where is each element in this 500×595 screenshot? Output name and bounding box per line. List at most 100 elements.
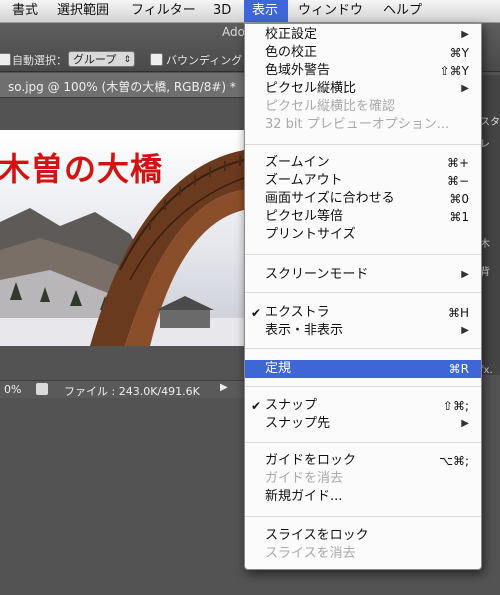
right-panel: スタ レ 木 背 fx. <box>480 75 500 376</box>
menu-item-screen-mode[interactable]: スクリーンモード ▶ <box>245 266 481 284</box>
menu-item-proof-setup[interactable]: 校正設定 ▶ <box>245 26 481 44</box>
menu-item-label: 表示・非表示 <box>265 323 344 338</box>
document-info-icon[interactable] <box>36 383 48 395</box>
menu-item-shortcut: ⌘− <box>446 174 469 188</box>
submenu-arrow-icon: ▶ <box>461 83 469 94</box>
menu-item-shortcut: ⌘1 <box>449 210 469 224</box>
menu-item-snap[interactable]: ✔ スナップ ⇧⌘; <box>245 397 481 415</box>
submenu-arrow-icon: ▶ <box>461 418 469 429</box>
menu-item-pixel-aspect-ratio[interactable]: ピクセル縦横比 ▶ <box>245 80 481 98</box>
menu-item-actual-pixels[interactable]: ピクセル等倍 ⌘1 <box>245 208 481 226</box>
menu-item-label: 画面サイズに合わせる <box>265 191 395 206</box>
document-tab-title: so.jpg @ 100% (木曽の大橋, RGB/8#) * <box>8 80 236 94</box>
menu-separator <box>245 144 481 145</box>
photo-title-text: 木曽の大橋 <box>0 150 164 188</box>
menu-3d[interactable]: 3D <box>213 0 235 22</box>
bounding-box-label: バウンディング <box>166 54 243 67</box>
menu-item-show[interactable]: 表示・非表示 ▶ <box>245 322 481 340</box>
menu-item-gamut-warning[interactable]: 色域外警告 ⇧⌘Y <box>245 62 481 80</box>
group-select-value: グループ <box>73 53 117 66</box>
menu-item-rulers[interactable]: 定規 ⌘R <box>245 360 481 378</box>
menu-bar: 書式 選択範囲 フィルター 3D 表示 ウィンドウ ヘルプ <box>0 0 500 23</box>
menu-window[interactable]: ウィンドウ <box>298 0 368 22</box>
menu-item-label: ガイドを消去 <box>265 471 344 486</box>
menu-item-shortcut: ⌘0 <box>449 192 469 206</box>
menu-item-label: エクストラ <box>265 305 330 320</box>
menu-separator <box>245 254 481 255</box>
menu-item-lock-guides[interactable]: ガイドをロック ⌥⌘; <box>245 452 481 470</box>
auto-select-checkbox[interactable] <box>0 53 11 66</box>
menu-item-pixel-aspect-correction: ピクセル縦横比を確認 <box>245 98 481 116</box>
menu-separator <box>245 386 481 387</box>
status-menu-arrow-icon[interactable]: ▶ <box>220 382 228 393</box>
menu-item-label: スナップ先 <box>265 416 331 431</box>
menu-separator <box>245 442 481 443</box>
menu-item-label: 32 bit プレビューオプション... <box>265 117 450 132</box>
menu-item-shortcut: ⌥⌘; <box>439 454 469 468</box>
menu-item-label: プリントサイズ <box>265 227 356 242</box>
menu-separator <box>245 516 481 517</box>
status-bar: 0% ファイル : 243.0K/491.6K ▶ <box>0 380 244 398</box>
select-arrows-icon: ⇕ <box>123 55 131 65</box>
menu-item-label: ズームイン <box>265 155 330 170</box>
fx-button[interactable]: fx. <box>480 365 500 376</box>
menu-separator <box>245 348 481 349</box>
file-info: ファイル : 243.0K/491.6K <box>64 385 200 398</box>
menu-item-shortcut: ⇧⌘; <box>442 399 469 413</box>
panel-tab-layers[interactable]: レ <box>480 135 500 150</box>
layer-item-wood[interactable]: 木 <box>480 235 500 250</box>
document-canvas[interactable]: 木曽の大橋 <box>0 130 244 346</box>
menu-item-label: スクリーンモード <box>265 267 369 282</box>
menu-item-label: ピクセル縦横比 <box>265 81 357 96</box>
submenu-arrow-icon: ▶ <box>461 325 469 336</box>
menu-item-clear-slices: スライスを消去 <box>245 545 481 563</box>
group-select[interactable]: グループ ⇕ <box>68 51 135 67</box>
menu-item-shortcut: ⇧⌘Y <box>439 64 469 78</box>
menu-select[interactable]: 選択範囲 <box>57 0 117 22</box>
menu-item-label: 色の校正 <box>265 45 318 60</box>
menu-item-shortcut: ⌘H <box>447 306 469 320</box>
menu-view[interactable]: 表示 <box>244 0 288 22</box>
auto-select-label: 自動選択： <box>12 54 67 67</box>
menu-item-zoom-out[interactable]: ズームアウト ⌘− <box>245 172 481 190</box>
panel-tab-style[interactable]: スタ <box>480 113 500 128</box>
menu-item-label: 校正設定 <box>265 27 318 42</box>
layer-item-background[interactable]: 背 <box>480 263 500 278</box>
view-menu-dropdown: 校正設定 ▶ 色の校正 ⌘Y 色域外警告 ⇧⌘Y ピクセル縦横比 ▶ ピクセル縦… <box>244 23 482 570</box>
menu-item-new-guide[interactable]: 新規ガイド... <box>245 488 481 506</box>
menu-format[interactable]: 書式 <box>12 0 42 22</box>
menu-item-label: 新規ガイド... <box>265 489 343 504</box>
menu-item-label: スライスを消去 <box>265 546 356 561</box>
zoom-level[interactable]: 0% <box>4 383 21 396</box>
menu-item-zoom-in[interactable]: ズームイン ⌘+ <box>245 154 481 172</box>
menu-item-clear-guides: ガイドを消去 <box>245 470 481 488</box>
menu-item-shortcut: ⌘R <box>448 362 469 376</box>
menu-item-shortcut: ⌘+ <box>446 156 469 170</box>
menu-item-label: 色域外警告 <box>265 63 331 78</box>
menu-item-label: スライスをロック <box>265 528 369 543</box>
menu-item-lock-slices[interactable]: スライスをロック <box>245 527 481 545</box>
menu-item-fit-on-screen[interactable]: 画面サイズに合わせる ⌘0 <box>245 190 481 208</box>
menu-help[interactable]: ヘルプ <box>383 0 428 22</box>
menu-item-label: ピクセル等倍 <box>265 209 344 224</box>
menu-item-label: ガイドをロック <box>265 453 357 468</box>
app-title: Ado <box>222 25 245 39</box>
checkmark-icon: ✔ <box>251 306 262 320</box>
menu-item-label: ズームアウト <box>265 173 343 188</box>
menu-item-print-size[interactable]: プリントサイズ <box>245 226 481 244</box>
menu-filter[interactable]: フィルター <box>131 0 197 22</box>
menu-item-extras[interactable]: ✔ エクストラ ⌘H <box>245 304 481 322</box>
menu-item-label: ピクセル縦横比を確認 <box>265 99 396 114</box>
submenu-arrow-icon: ▶ <box>461 29 469 40</box>
menu-separator <box>245 292 481 293</box>
submenu-arrow-icon: ▶ <box>461 269 469 280</box>
menu-item-label: スナップ <box>265 398 318 413</box>
bounding-box-checkbox[interactable] <box>150 53 163 66</box>
document-tab[interactable]: so.jpg @ 100% (木曽の大橋, RGB/8#) * <box>0 73 244 98</box>
menu-item-proof-colors[interactable]: 色の校正 ⌘Y <box>245 44 481 62</box>
menu-item-snap-to[interactable]: スナップ先 ▶ <box>245 415 481 433</box>
menu-item-shortcut: ⌘Y <box>449 46 469 60</box>
menu-item-32bit-preview: 32 bit プレビューオプション... <box>245 116 481 134</box>
menu-item-label: 定規 <box>265 361 292 376</box>
checkmark-icon: ✔ <box>251 399 262 413</box>
